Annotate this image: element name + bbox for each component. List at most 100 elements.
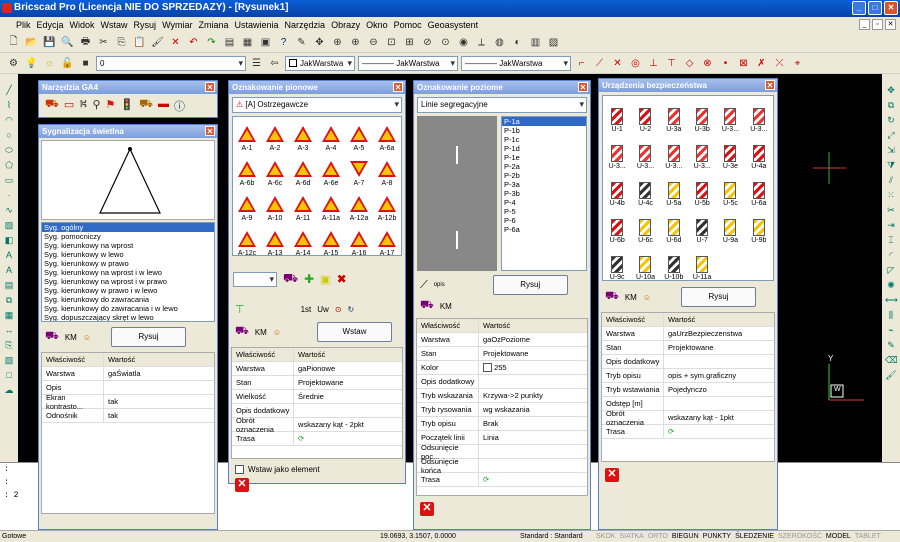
mode-sledzenie[interactable]: ŚLEDZENIE xyxy=(735,533,774,540)
refresh-icon[interactable]: ⟳ xyxy=(483,475,489,484)
insert-as-element-checkbox[interactable] xyxy=(235,465,244,474)
save-icon[interactable]: 💾 xyxy=(42,35,57,50)
refresh-icon[interactable]: ⟳ xyxy=(668,427,674,436)
device-tile[interactable]: U-9c xyxy=(603,244,631,280)
sign-tile[interactable]: A-11a xyxy=(317,187,345,222)
insert-icon[interactable]: ⧉ xyxy=(3,294,15,306)
color-swatch-icon[interactable]: ■ xyxy=(78,56,93,71)
barrier-icon[interactable]: ▭ xyxy=(64,98,74,114)
sign-tile[interactable]: A-14 xyxy=(289,222,317,255)
prop-value[interactable]: 255 xyxy=(479,363,587,373)
vertical-signs-close-button[interactable]: ✕ xyxy=(393,82,403,92)
table-row[interactable]: Opis dodatkowy xyxy=(417,375,587,389)
snap-perpendicular-icon[interactable]: ⊥ xyxy=(646,56,661,71)
zoom-all-icon[interactable]: ⊙ xyxy=(438,35,453,50)
menu-item-rysuj[interactable]: Rysuj xyxy=(134,20,157,30)
signal-tool-icon[interactable]: ⛟ xyxy=(45,330,59,344)
device-tile[interactable]: U-3... xyxy=(688,133,716,170)
lock-icon[interactable]: 🔓 xyxy=(60,56,75,71)
table-row[interactable]: Obrót oznaczenia wskazany kąt - 1pkt xyxy=(602,409,774,427)
device-gallery[interactable]: U-1 U-2 U-3a U-3b U-3... U-3... U-3... U-3... U-… xyxy=(602,95,774,281)
undo-icon[interactable]: ↶ xyxy=(186,35,201,50)
region-icon[interactable]: ◧ xyxy=(3,234,15,246)
mode-biegun[interactable]: BIEGUN xyxy=(672,533,699,540)
device-tile[interactable]: U-6d xyxy=(660,207,688,244)
zoom-extents-icon[interactable]: ⊞ xyxy=(402,35,417,50)
mode-punkty[interactable]: PUNKTY xyxy=(703,533,731,540)
km-label[interactable]: KM xyxy=(255,328,267,337)
minimize-button[interactable]: _ xyxy=(852,1,866,15)
prop-value[interactable]: gaPionowe xyxy=(294,364,402,373)
close-button[interactable]: ✕ xyxy=(884,1,898,15)
block-icon[interactable]: ▤ xyxy=(3,279,15,291)
cut-icon[interactable]: ✂ xyxy=(96,35,111,50)
properties-icon[interactable]: ▣ xyxy=(258,35,273,50)
zoom-window-icon[interactable]: ⊡ xyxy=(384,35,399,50)
table-row[interactable]: Warstwa gaUrzBezpieczenstwa xyxy=(602,327,774,341)
delete-sign-icon[interactable]: ✖ xyxy=(337,272,347,286)
prop-value[interactable]: gaŚwiatla xyxy=(104,369,214,378)
rotate-icon[interactable]: ↻ xyxy=(885,114,897,126)
table-row[interactable]: Kolor 255 xyxy=(417,361,587,375)
pedit-icon[interactable]: ⌁ xyxy=(885,324,897,336)
list-item[interactable]: Syg. kierunkowy na wprost i w lewo xyxy=(42,268,214,277)
ga4-close-button[interactable]: ✕ xyxy=(205,82,215,92)
list-item[interactable]: Syg. pomocniczy xyxy=(42,232,214,241)
sign-tile[interactable]: A-5 xyxy=(345,117,373,152)
list-item[interactable]: P-4 xyxy=(502,198,586,207)
signalization-close-button[interactable]: ✕ xyxy=(205,126,215,136)
matchprop-icon[interactable]: 🖌 xyxy=(150,35,165,50)
snap-tangent-icon[interactable]: ⊤ xyxy=(664,56,679,71)
speed-sign-icon[interactable]: ⊙ xyxy=(335,305,342,314)
sign-tile[interactable]: A-3 xyxy=(289,117,317,152)
snap-clear-icon[interactable]: ✗ xyxy=(754,56,769,71)
device-tile[interactable]: U-10b xyxy=(660,244,688,280)
layout-icon[interactable]: ▧ xyxy=(546,35,561,50)
table-row[interactable]: Odnośnik tak xyxy=(42,409,214,423)
extend-icon[interactable]: ⇥ xyxy=(885,219,897,231)
mode-tablet[interactable]: TABLET xyxy=(855,533,881,540)
device-tile[interactable]: U-11a xyxy=(688,244,716,280)
list-item[interactable]: Syg. dopuszczający skręt w lewo xyxy=(42,313,214,321)
sign-tile[interactable]: A-16 xyxy=(345,222,373,255)
list-item[interactable]: P-1c xyxy=(502,135,586,144)
list-item[interactable]: P-1a xyxy=(502,117,586,126)
list-item[interactable]: Syg. ogólny xyxy=(42,223,214,232)
delete-icon[interactable]: ✕ xyxy=(605,468,619,482)
snap-intersection-icon[interactable]: ✕ xyxy=(610,56,625,71)
matchprop-side-icon[interactable]: 🖌 xyxy=(885,369,897,381)
copy-entity-icon[interactable]: ⧉ xyxy=(885,99,897,111)
point-icon[interactable]: · xyxy=(3,189,15,201)
list-item[interactable]: Syg. kierunkowy w lewo xyxy=(42,250,214,259)
list-item[interactable]: Syg. kierunkowy do zawracania i w lewo xyxy=(42,304,214,313)
pick-line-icon[interactable]: ⟋ xyxy=(420,279,428,292)
fillet-icon[interactable]: ◜ xyxy=(885,249,897,261)
horizontal-tool-icon[interactable]: ⛟ xyxy=(420,299,434,313)
mode-orto[interactable]: ORTO xyxy=(648,533,668,540)
wipeout-icon[interactable]: □ xyxy=(3,369,15,381)
marking-list[interactable]: P-1a P-1b P-1c P-1d P-1e P-2a P-2b P-3a … xyxy=(501,116,587,271)
ellipse-icon[interactable]: ⬭ xyxy=(3,144,15,156)
xref-icon[interactable]: ⎘ xyxy=(3,339,15,351)
menu-item-wymiar[interactable]: Wymiar xyxy=(162,20,192,30)
person-icon[interactable]: ☺ xyxy=(643,293,651,302)
device-tile[interactable]: U-1 xyxy=(603,96,631,133)
list-item[interactable]: Syg. kierunkowy na wprost xyxy=(42,241,214,250)
table-row[interactable]: Tryb wskazania Krzywa->2 punkty xyxy=(417,389,587,403)
device-tile[interactable]: U-3... xyxy=(660,133,688,170)
prop-value[interactable]: Projektowane xyxy=(294,378,402,387)
list-item[interactable]: P-5 xyxy=(502,207,586,216)
table-row[interactable]: Tryb rysowania wg wskazania xyxy=(417,403,587,417)
table-icon[interactable]: ▦ xyxy=(3,309,15,321)
prop-value[interactable]: wg wskazania xyxy=(479,405,587,414)
snap-settings-icon[interactable]: ⌖ xyxy=(790,56,805,71)
menu-item-edycja[interactable]: Edycja xyxy=(37,20,64,30)
device-tile[interactable]: U-5b xyxy=(688,170,716,207)
menu-item-narzedzia[interactable]: Narzędzia xyxy=(285,20,326,30)
table-row[interactable]: Trasa ⟳ xyxy=(232,432,402,446)
list-item[interactable]: P-2b xyxy=(502,171,586,180)
sign-tile[interactable]: A-13 xyxy=(261,222,289,255)
table-row[interactable]: Opis dodatkowy xyxy=(602,355,774,369)
km-label[interactable]: KM xyxy=(625,293,637,302)
open-icon[interactable]: 📂 xyxy=(24,35,39,50)
